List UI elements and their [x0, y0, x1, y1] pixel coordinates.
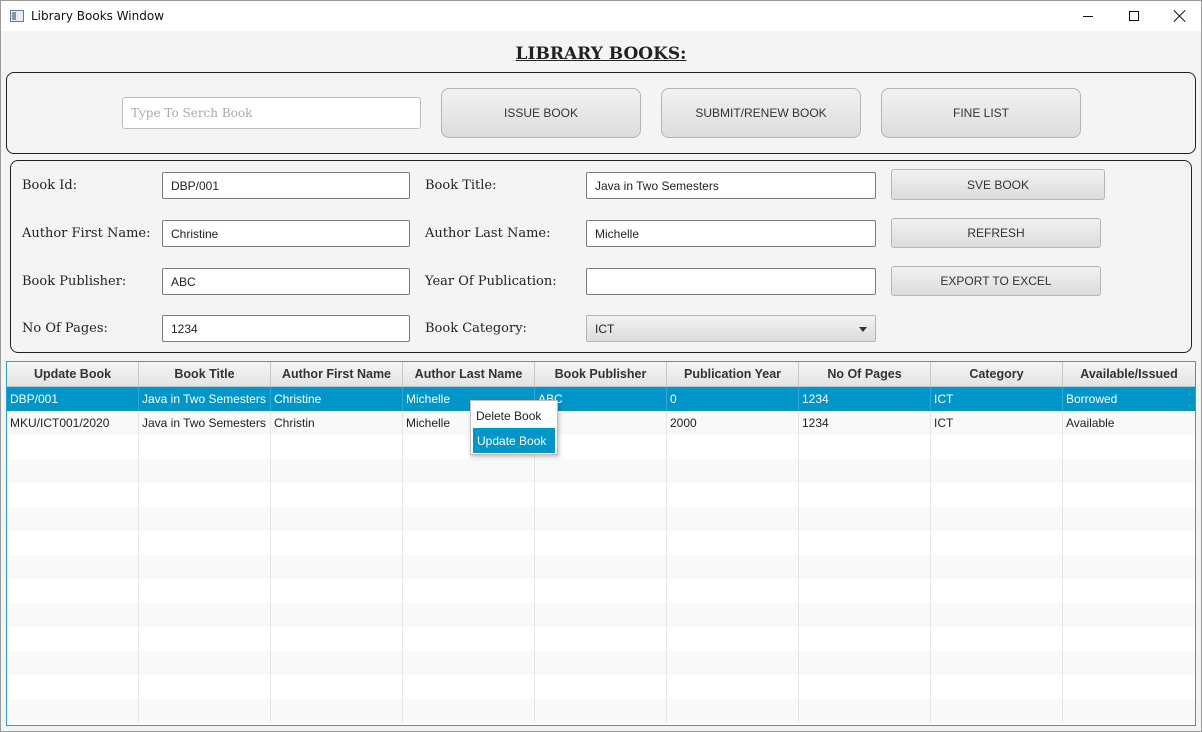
column-header[interactable]: Update Book	[7, 362, 139, 386]
table-cell: ICT	[931, 411, 1063, 435]
book-id-label: Book Id:	[22, 178, 78, 193]
book-publisher-label: Book Publisher:	[22, 274, 127, 289]
delete-book-menu-item[interactable]: Delete Book	[471, 403, 557, 428]
empty-table-row	[7, 627, 1195, 651]
author-last-name-label: Author Last Name:	[425, 226, 551, 241]
save-book-button[interactable]: SVE BOOK	[891, 169, 1105, 200]
table-cell: 2000	[667, 411, 799, 435]
empty-table-row	[7, 675, 1195, 699]
author-last-name-field[interactable]	[586, 220, 876, 247]
table-cell: 1234	[799, 387, 931, 411]
empty-table-row	[7, 435, 1195, 459]
empty-table-row	[7, 555, 1195, 579]
table-cell: Available	[1066, 416, 1115, 430]
window-title: Library Books Window	[31, 9, 165, 23]
author-first-name-field[interactable]	[162, 220, 410, 247]
chevron-down-icon	[859, 327, 867, 332]
table-cell: DBP/001	[7, 387, 139, 411]
book-publisher-field[interactable]	[162, 268, 410, 295]
column-header[interactable]: Book Publisher	[535, 362, 667, 386]
empty-table-row	[7, 507, 1195, 531]
author-first-name-label: Author First Name:	[22, 226, 151, 241]
empty-table-row	[7, 603, 1195, 627]
empty-table-row	[7, 531, 1195, 555]
refresh-button[interactable]: REFRESH	[891, 218, 1101, 248]
close-button[interactable]	[1157, 1, 1202, 31]
book-id-field[interactable]	[162, 172, 410, 199]
column-header[interactable]: Author First Name	[271, 362, 403, 386]
title-bar: Library Books Window	[0, 0, 1202, 31]
search-input[interactable]	[122, 97, 421, 129]
column-header[interactable]: Book Title	[139, 362, 271, 386]
table-cell: Java in Two Semesters	[139, 411, 271, 435]
page-title: LIBRARY BOOKS:	[515, 44, 687, 64]
table-row[interactable]: MKU/ICT001/2020 Java in Two Semesters Ch…	[7, 411, 1195, 435]
book-category-select[interactable]: ICT	[586, 315, 876, 342]
table-cell: Christin	[271, 411, 403, 435]
book-title-label: Book Title:	[425, 178, 497, 193]
column-header[interactable]: Available/Issued	[1063, 362, 1195, 386]
minimize-button[interactable]	[1065, 1, 1111, 31]
empty-table-row	[7, 483, 1195, 507]
column-header[interactable]: Author Last Name	[403, 362, 535, 386]
maximize-button[interactable]	[1111, 1, 1157, 31]
app-icon	[10, 10, 24, 22]
book-category-value: ICT	[595, 321, 615, 336]
close-icon	[1174, 10, 1186, 22]
publication-year-field[interactable]	[586, 268, 876, 295]
table-cell: Java in Two Semesters	[139, 387, 271, 411]
column-header[interactable]: Category	[931, 362, 1063, 386]
submit-renew-book-button[interactable]: SUBMIT/RENEW BOOK	[661, 88, 861, 138]
minimize-icon	[1083, 15, 1093, 17]
table-cell: Christine	[271, 387, 403, 411]
table-cell: MKU/ICT001/2020	[7, 411, 139, 435]
empty-table-row	[7, 699, 1195, 723]
maximize-icon	[1129, 11, 1139, 21]
publication-year-label: Year Of Publication:	[425, 274, 557, 289]
column-header[interactable]: No Of Pages	[799, 362, 931, 386]
export-to-excel-button[interactable]: EXPORT TO EXCEL	[891, 266, 1101, 296]
empty-table-row	[7, 579, 1195, 603]
table-cell: ICT	[931, 387, 1063, 411]
no-of-pages-label: No Of Pages:	[22, 321, 108, 336]
empty-table-row	[7, 651, 1195, 675]
column-header[interactable]: Publication Year	[667, 362, 799, 386]
update-book-menu-item[interactable]: Update Book	[473, 428, 555, 453]
empty-table-row	[7, 459, 1195, 483]
fine-list-button[interactable]: FINE LIST	[881, 88, 1081, 138]
no-of-pages-field[interactable]	[162, 315, 410, 342]
books-table[interactable]: Update Book Book Title Author First Name…	[6, 361, 1196, 726]
table-row[interactable]: DBP/001 Java in Two Semesters Christine …	[7, 387, 1195, 411]
context-menu: Delete Book Update Book	[470, 400, 558, 455]
table-cell: 1234	[799, 411, 931, 435]
table-cell: Borrowed	[1066, 392, 1118, 406]
table-header: Update Book Book Title Author First Name…	[7, 362, 1195, 387]
table-cell: 0	[667, 387, 799, 411]
book-title-field[interactable]	[586, 172, 876, 199]
issue-book-button[interactable]: ISSUE BOOK	[441, 88, 641, 138]
book-category-label: Book Category:	[425, 321, 527, 336]
